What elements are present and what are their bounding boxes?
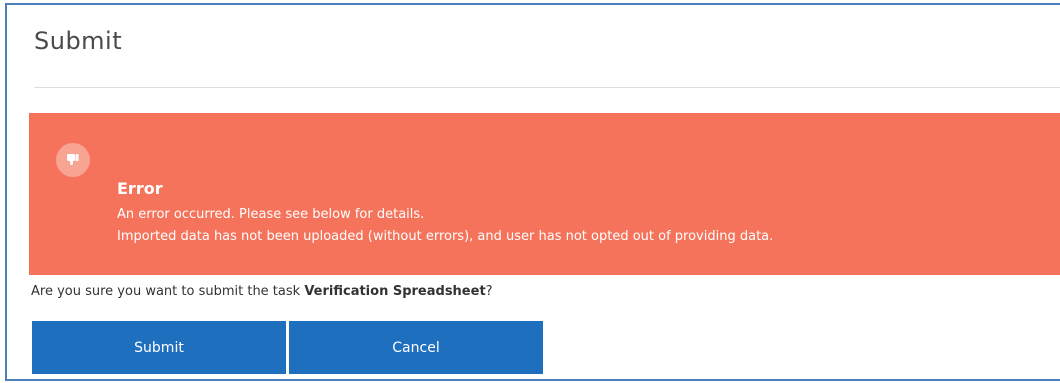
cancel-button[interactable]: Cancel <box>289 321 543 374</box>
confirm-question: Are you sure you want to submit the task… <box>31 284 493 299</box>
alert-title: Error <box>117 179 163 198</box>
error-alert: Error An error occurred. Please see belo… <box>29 113 1060 275</box>
submit-dialog: Submit Error An error occurred. Please s… <box>5 3 1060 381</box>
title-divider <box>34 87 1060 88</box>
thumbs-down-icon <box>56 143 90 177</box>
confirm-prefix: Are you sure you want to submit the task <box>31 284 305 299</box>
alert-message-line-2: Imported data has not been uploaded (wit… <box>117 229 774 244</box>
submit-button[interactable]: Submit <box>32 321 286 374</box>
alert-message-line-1: An error occurred. Please see below for … <box>117 207 425 222</box>
task-name: Verification Spreadsheet <box>304 284 486 299</box>
confirm-suffix: ? <box>485 284 493 299</box>
dialog-title: Submit <box>34 27 123 55</box>
